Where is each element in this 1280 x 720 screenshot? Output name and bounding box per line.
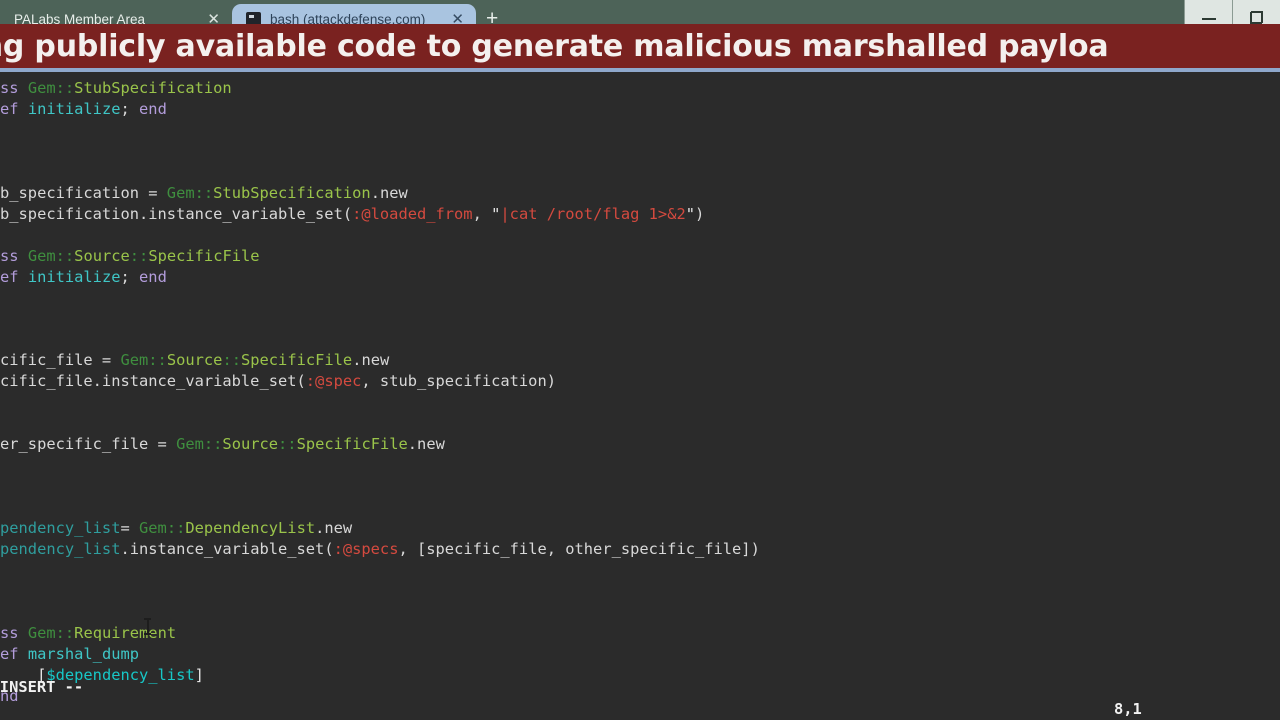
code-token: :: <box>203 435 223 454</box>
code-token: , [specific_file, other_specific_file]) <box>398 539 760 558</box>
code-token: Gem <box>27 623 56 642</box>
code-token: Gem <box>27 79 56 97</box>
code-token: " <box>685 204 696 223</box>
code-line: pendency_list= Gem::DependencyList.new <box>0 518 760 539</box>
code-token: pendency_list <box>0 539 121 558</box>
code-token: ; <box>120 99 140 118</box>
banner-title: sing publicly available code to generate… <box>0 28 1109 64</box>
minimize-icon <box>1201 17 1216 20</box>
code-token: ; <box>120 267 140 286</box>
code-token: cific_file = <box>0 351 121 370</box>
code-line: ss Gem::StubSpecification <box>0 78 760 99</box>
code-token: |cat /root/flag 1>&2 <box>500 204 686 223</box>
vim-status-line: -- INSERT -- 8,1 33% <box>0 654 1280 718</box>
code-token: pendency_list <box>0 519 121 538</box>
code-token: , stub_specification) <box>361 372 556 391</box>
code-token: StubSpecification <box>74 79 232 97</box>
code-line: nd <box>0 686 760 707</box>
code-token: Gem <box>166 183 195 202</box>
code-token: .new <box>407 435 445 454</box>
code-token: Source <box>74 246 130 265</box>
code-token: :: <box>129 246 149 265</box>
code-token: Gem <box>120 351 149 370</box>
code-token: Gem <box>139 519 167 538</box>
vim-cursor-position: 8,1 <box>1114 700 1142 718</box>
code-token: :: <box>194 183 214 202</box>
code-token: end <box>139 99 167 118</box>
code-token: .new <box>352 351 390 370</box>
code-token: SpecificFile <box>148 246 260 265</box>
code-token: ss <box>0 246 28 265</box>
vim-code-buffer[interactable]: ss Gem::StubSpecification ef initialize; … <box>0 78 760 707</box>
code-token: er_specific_file = <box>0 435 177 454</box>
code-line: pendency_list.instance_variable_set(:@sp… <box>0 539 760 560</box>
code-token: SpecificFile <box>296 435 408 454</box>
code-token: initialize <box>27 267 121 286</box>
code-line: cific_file.instance_variable_set(:@spec,… <box>0 371 760 392</box>
code-token: , <box>472 204 492 223</box>
code-token: :@specs <box>333 539 399 558</box>
code-token: Source <box>166 351 223 370</box>
code-token: :: <box>278 435 297 454</box>
code-token: :: <box>55 79 75 97</box>
code-token: .new <box>315 519 353 538</box>
code-token: :@loaded_from <box>352 204 473 223</box>
code-token: ef <box>0 267 28 286</box>
code-token: Requirement <box>74 623 177 642</box>
code-line: ss Gem::Source::SpecificFile <box>0 246 760 267</box>
code-token: initialize <box>27 99 121 118</box>
code-line: ef initialize; end <box>0 99 760 120</box>
code-line: cific_file = Gem::Source::SpecificFile.n… <box>0 350 760 371</box>
code-line: ss Gem::Requirement <box>0 623 760 644</box>
code-token: .new <box>370 183 408 202</box>
code-token: ef <box>0 99 28 118</box>
code-token: " <box>491 204 501 223</box>
code-token: cific_file.instance_variable_set( <box>0 372 306 391</box>
code-token: ss <box>0 623 28 642</box>
code-token: :: <box>166 519 186 538</box>
code-token: :: <box>55 623 75 642</box>
code-token: b_specification = <box>0 183 167 202</box>
code-token: b_specification.instance_variable_set( <box>0 204 353 223</box>
code-token: DependencyList <box>185 519 316 538</box>
page-banner: sing publicly available code to generate… <box>0 24 1280 68</box>
code-token: Gem <box>176 435 204 454</box>
screen: PALabs Member Area ✕ bash (attackdefense… <box>0 0 1280 720</box>
code-line: er_specific_file = Gem::Source::Specific… <box>0 434 760 455</box>
code-token: .instance_variable_set( <box>120 539 334 558</box>
code-token: ss <box>0 79 28 97</box>
code-line: ef initialize; end <box>0 267 760 288</box>
vim-mode-indicator: -- INSERT -- <box>0 678 84 696</box>
terminal-vim-pane[interactable]: ss Gem::StubSpecification ef initialize; … <box>0 72 1280 720</box>
code-token: end <box>139 267 167 286</box>
code-token: :: <box>222 351 241 370</box>
code-token: ) <box>695 204 705 223</box>
code-token: StubSpecification <box>213 183 371 202</box>
code-token: Gem <box>27 246 56 265</box>
code-token: = <box>120 519 140 538</box>
code-token: :@spec <box>305 372 362 391</box>
restore-icon <box>1250 10 1263 24</box>
code-token: :: <box>55 246 75 265</box>
code-line: b_specification.instance_variable_set(:@… <box>0 204 760 225</box>
code-token: :: <box>148 351 167 370</box>
code-token: SpecificFile <box>240 351 353 370</box>
code-line: b_specification = Gem::StubSpecification… <box>0 183 760 204</box>
code-token: Source <box>222 435 279 454</box>
